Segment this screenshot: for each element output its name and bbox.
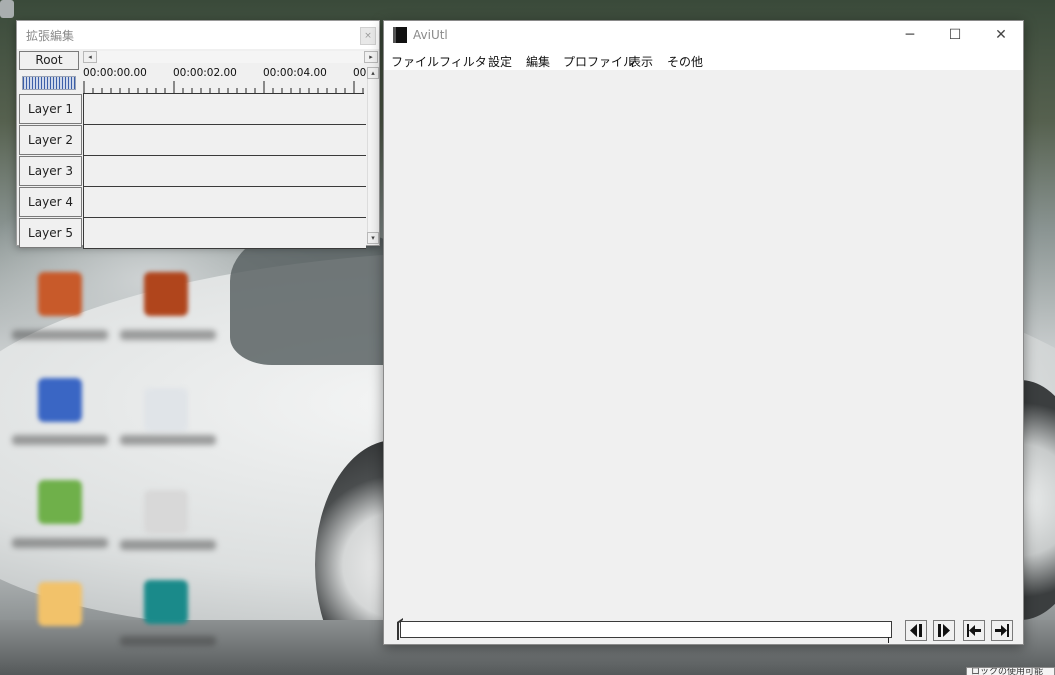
desktop-shortcut-label: [120, 435, 216, 445]
first-frame-icon: [967, 624, 981, 637]
layer-scroll-up-button[interactable]: ▴: [367, 67, 379, 79]
seek-thumb[interactable]: [396, 618, 404, 640]
layer-vertical-scrollbar[interactable]: [367, 79, 379, 232]
time-label: 00:00:00.00: [83, 67, 147, 79]
layer-5-track[interactable]: [83, 218, 366, 249]
tray-tooltip: ロックの使用可能: [966, 667, 1055, 675]
menu-other[interactable]: その他: [667, 53, 703, 70]
prev-frame-icon: [910, 624, 922, 637]
wallpaper-fuel-cap: [0, 0, 14, 18]
menu-view[interactable]: 表示: [629, 53, 653, 70]
minimize-button[interactable]: ─: [887, 21, 933, 51]
aviutl-title: AviUtl: [413, 28, 448, 42]
layer-5-button[interactable]: Layer 5: [19, 218, 82, 248]
layer-1-track[interactable]: [83, 94, 366, 125]
seek-end-marker: [888, 637, 889, 643]
desktop-shortcut-label: [12, 330, 108, 340]
extended-edit-titlebar[interactable]: 拡張編集 ×: [17, 21, 379, 49]
time-label: 00:00:04.00: [263, 67, 327, 79]
desktop-shortcut-label: [120, 330, 216, 340]
desktop-shortcut-icon[interactable]: [38, 480, 82, 524]
aviutl-main-window[interactable]: AviUtl ─ ☐ ✕ ファイル フィルタ 設定 編集 プロファイル 表示 そ…: [383, 20, 1024, 645]
menu-settings[interactable]: 設定: [488, 53, 512, 70]
previous-frame-button[interactable]: [905, 620, 927, 641]
layer-row: Layer 1: [17, 94, 366, 125]
menu-bar: ファイル フィルタ 設定 編集 プロファイル 表示 その他: [384, 51, 1023, 70]
desktop-shortcut-icon[interactable]: [144, 272, 188, 316]
extended-edit-window[interactable]: 拡張編集 × Root ◂ ▸ 00:00:00.00 00:00:02.00 …: [16, 20, 380, 249]
layer-4-button[interactable]: Layer 4: [19, 187, 82, 217]
layer-row: Layer 2: [17, 125, 366, 156]
layer-3-track[interactable]: [83, 156, 366, 187]
desktop-shortcut-label: [12, 435, 108, 445]
timeline-zoom-gauge[interactable]: [22, 76, 76, 90]
layer-scroll-down-button[interactable]: ▾: [367, 232, 379, 244]
layer-row: Layer 4: [17, 187, 366, 218]
layer-1-button[interactable]: Layer 1: [19, 94, 82, 124]
aviutl-titlebar[interactable]: AviUtl ─ ☐ ✕: [384, 21, 1023, 51]
desktop-shortcut-label: [120, 540, 216, 550]
next-frame-button[interactable]: [933, 620, 955, 641]
timeline-scroll-left-button[interactable]: ◂: [83, 51, 97, 63]
layer-2-track[interactable]: [83, 125, 366, 156]
desktop-shortcut-label: [12, 538, 108, 548]
close-button[interactable]: ✕: [978, 21, 1024, 51]
desktop-shortcut-icon[interactable]: [144, 388, 188, 432]
layer-4-track[interactable]: [83, 187, 366, 218]
timeline-tick-marks: [83, 81, 364, 93]
menu-filter[interactable]: フィルタ: [439, 53, 487, 70]
next-frame-icon: [938, 624, 950, 637]
last-frame-icon: [995, 624, 1009, 637]
time-label: 00:00:02.00: [173, 67, 237, 79]
layer-row: Layer 5: [17, 218, 366, 249]
root-scene-button[interactable]: Root: [19, 51, 79, 70]
layer-row: Layer 3: [17, 156, 366, 187]
video-preview-area[interactable]: [384, 70, 1023, 618]
first-frame-button[interactable]: [963, 620, 985, 641]
desktop-shortcut-icon[interactable]: [38, 272, 82, 316]
desktop-shortcut-icon[interactable]: [38, 582, 82, 626]
desktop-shortcut-icon[interactable]: [38, 378, 82, 422]
film-icon: [393, 27, 407, 43]
timeline-horizontal-scrollbar[interactable]: [97, 51, 364, 63]
timeline-scroll-right-button[interactable]: ▸: [364, 51, 378, 63]
layer-2-button[interactable]: Layer 2: [19, 125, 82, 155]
desktop-shortcut-label: [120, 636, 216, 646]
menu-edit[interactable]: 編集: [526, 53, 550, 70]
last-frame-button[interactable]: [991, 620, 1013, 641]
extended-edit-close-button[interactable]: ×: [360, 27, 376, 45]
menu-file[interactable]: ファイル: [391, 53, 439, 70]
maximize-button[interactable]: ☐: [932, 21, 978, 51]
extended-edit-title: 拡張編集: [26, 29, 75, 43]
seek-bar[interactable]: [400, 621, 892, 638]
desktop-shortcut-icon[interactable]: [144, 490, 188, 534]
layer-3-button[interactable]: Layer 3: [19, 156, 82, 186]
menu-profile[interactable]: プロファイル: [563, 53, 635, 70]
desktop-shortcut-icon[interactable]: [144, 580, 188, 624]
